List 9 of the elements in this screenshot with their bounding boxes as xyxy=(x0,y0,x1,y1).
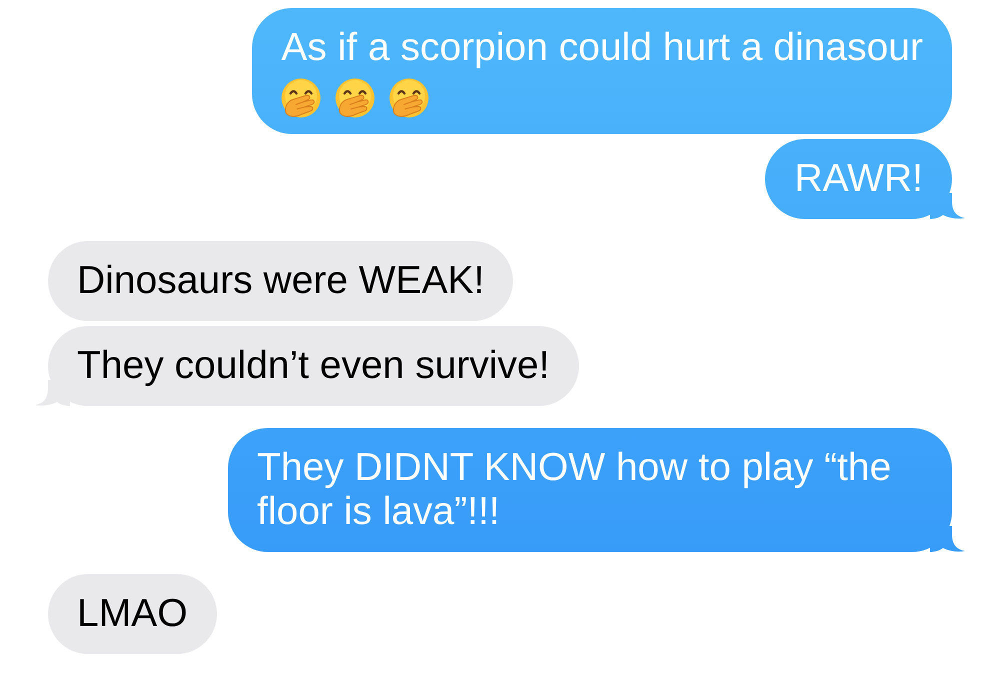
message-text: They couldn’t even survive! xyxy=(77,344,550,388)
giggling-face-icon xyxy=(389,78,430,118)
giggling-face-icon xyxy=(335,78,376,118)
giggling-face-icon xyxy=(281,78,322,118)
message-text: As if a scorpion could hurt a dinasour xyxy=(281,26,923,70)
message-text: RAWR! xyxy=(794,157,923,201)
message-text: They DIDNT KNOW how to play “the floor is lava”!!! xyxy=(257,446,892,534)
message-text: Dinosaurs were WEAK! xyxy=(77,259,484,303)
message-text: LMAO xyxy=(77,592,188,636)
